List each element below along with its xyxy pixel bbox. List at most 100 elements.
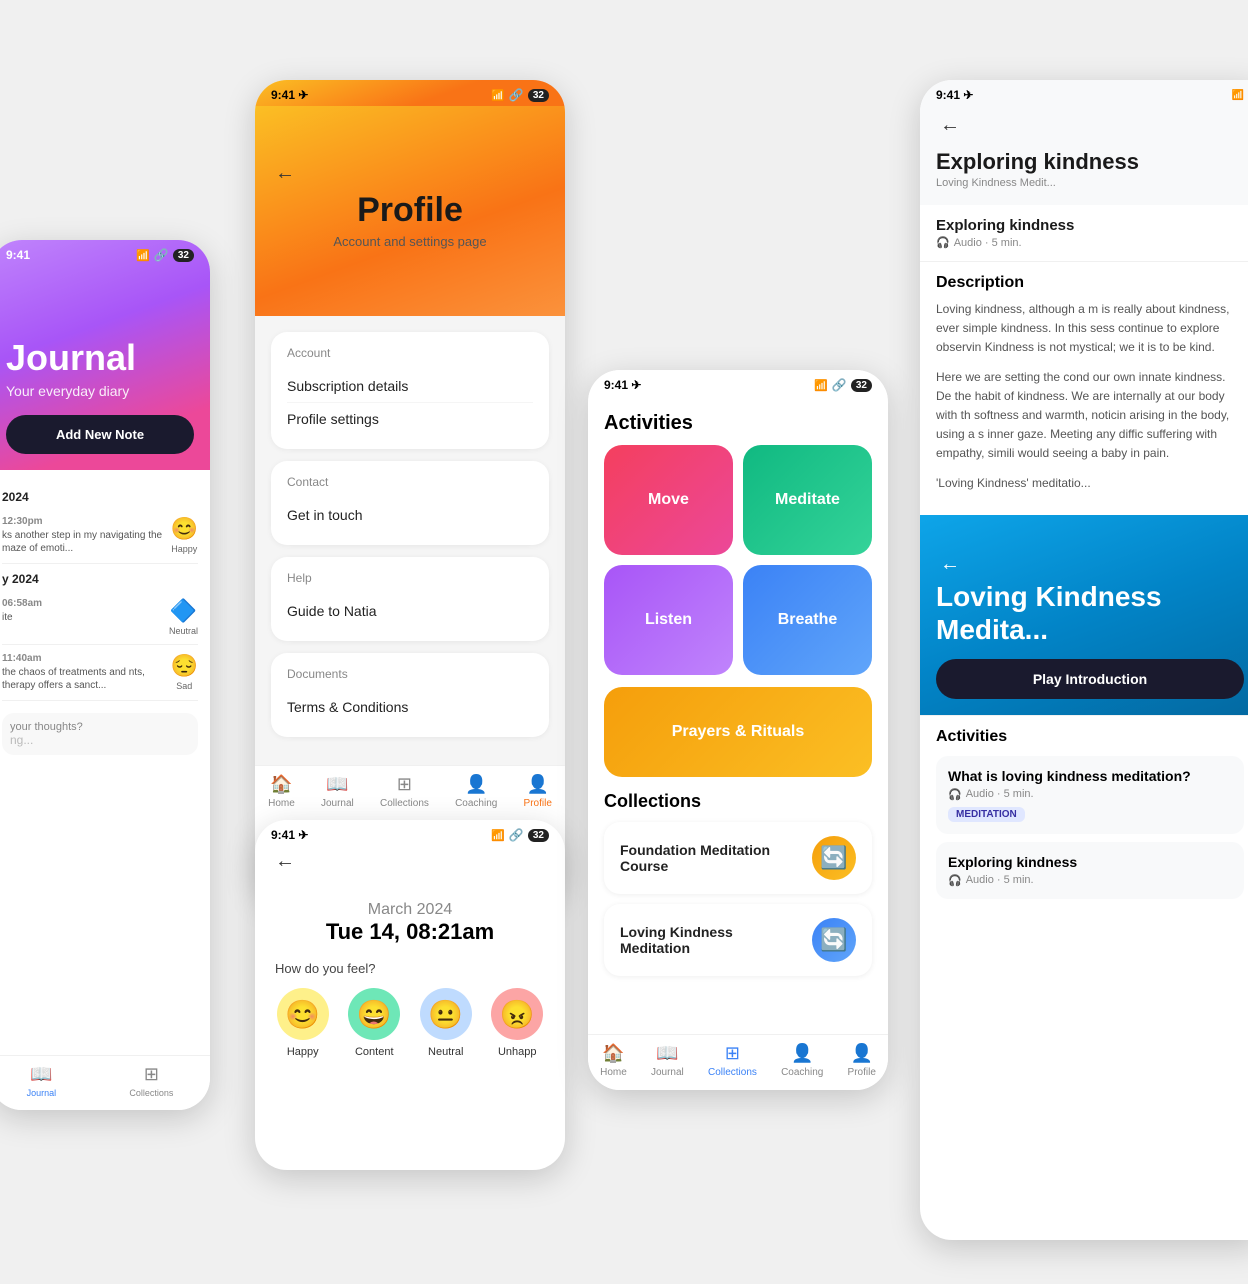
prayers-card[interactable]: Prayers & Rituals (604, 687, 872, 777)
mood-unhappy-option[interactable]: 😠 Unhapp (491, 988, 543, 1058)
mood-happy-option[interactable]: 😊 Happy (277, 988, 329, 1058)
entry-preview-1: ks another step in my navigating the maz… (2, 529, 163, 555)
journal-entries-list: 2024 12:30pm ks another step in my navig… (0, 470, 210, 767)
loving-kindness-title: Loving KindnessMedita... (936, 580, 1244, 647)
battery-badge: 32 (173, 249, 194, 262)
exploring-kindness-title: Exploring kindness (936, 149, 1244, 175)
unhappy-circle: 😠 (491, 988, 543, 1040)
status-time: 9:41 (6, 248, 30, 262)
journal-entry-2[interactable]: 06:58am ite 🔷 Neutral (2, 590, 198, 645)
exploring-card-title: Exploring kindness (936, 217, 1244, 234)
mood-question-label: How do you feel? (255, 961, 565, 976)
description-text-2: Here we are setting the cond our own inn… (936, 368, 1244, 464)
listen-card[interactable]: Listen (604, 565, 733, 675)
status-time-profile: 9:41 ✈ (271, 88, 308, 102)
meditate-label: Meditate (775, 491, 840, 509)
activities-nav-bar: 🏠 Home 📖 Journal ⊞ Collections 👤 Coachin… (588, 1034, 888, 1090)
documents-section: Documents Terms & Conditions (271, 653, 549, 737)
battery-badge-profile: 32 (528, 89, 549, 102)
documents-section-title: Documents (287, 667, 533, 681)
nav-journal-profile[interactable]: 📖 Journal (321, 774, 354, 809)
nav-collections-profile[interactable]: ⊞ Collections (380, 774, 429, 809)
banner-back-button[interactable]: ← (936, 549, 964, 579)
play-introduction-button[interactable]: Play Introduction (936, 659, 1244, 699)
status-time-detail: 9:41 ✈ (936, 88, 973, 102)
journal-header: Journal Your everyday diary Add New Note (0, 240, 210, 470)
mood-header: March 2024 Tue 14, 08:21am (255, 881, 565, 945)
breathe-card[interactable]: Breathe (743, 565, 872, 675)
nav-profile-activities[interactable]: 👤 Profile (848, 1043, 876, 1078)
happy-label: Happy (287, 1046, 319, 1058)
guide-item[interactable]: Guide to Natia (287, 595, 533, 627)
status-time-mood: 9:41 ✈ (271, 828, 308, 842)
entry-time-3: 11:40am (2, 653, 163, 664)
prompt-placeholder: ng... (10, 733, 190, 747)
description-text-3: 'Loving Kindness' meditatio... (936, 474, 1244, 493)
terms-item[interactable]: Terms & Conditions (287, 691, 533, 723)
headphone-icon: 🎧 (936, 236, 950, 249)
entry-time-1: 12:30pm (2, 516, 163, 527)
move-card[interactable]: Move (604, 445, 733, 555)
nav-collections-active[interactable]: ⊞ Collections (708, 1043, 757, 1078)
contact-section-title: Contact (287, 475, 533, 489)
nav-home-activities[interactable]: 🏠 Home (600, 1043, 627, 1078)
collection-loving-icon: 🔄 (812, 918, 856, 962)
account-section-title: Account (287, 346, 533, 360)
profile-header: Profile Account and settings page (255, 106, 565, 316)
exploring-card: Exploring kindness 🎧 Audio · 5 min. (920, 205, 1248, 262)
mood-neutral: 🔷 Neutral (169, 598, 198, 636)
profile-back-button[interactable] (271, 158, 299, 188)
nav-profile-active[interactable]: 👤 Profile (524, 774, 552, 809)
signal-icon-activities: 📶 (814, 379, 828, 392)
signal-icon-mood: 📶 (491, 829, 505, 842)
signal-icon-profile: 📶 (491, 89, 505, 102)
profile-title: Profile (357, 191, 463, 230)
mood-datetime: Tue 14, 08:21am (275, 919, 545, 945)
mood-content-option[interactable]: 😄 Content (348, 988, 400, 1058)
link-icon-profile: 🔗 (509, 88, 524, 102)
prayers-label: Prayers & Rituals (672, 723, 805, 741)
nav-home-profile[interactable]: 🏠 Home (268, 774, 295, 809)
collection-foundation[interactable]: Foundation Meditation Course 🔄 (604, 822, 872, 894)
journal-subtitle: Your everyday diary (6, 383, 194, 399)
listen-label: Listen (645, 611, 692, 629)
activity-what-meta: 🎧 Audio · 5 min. (948, 788, 1232, 801)
activity-exploring[interactable]: Exploring kindness 🎧 Audio · 5 min. (936, 842, 1244, 899)
nav-coaching-profile[interactable]: 👤 Coaching (455, 774, 497, 809)
neutral-label: Neutral (428, 1046, 463, 1058)
mood-back-button[interactable] (271, 846, 299, 876)
thought-prompt: your thoughts? ng... (2, 713, 198, 755)
journal-nav: 📖 Journal ⊞ Collections (0, 1055, 210, 1110)
journal-screen: 9:41 📶 🔗 32 Journal Your everyday diary … (0, 240, 210, 1110)
activities-section-title: Activities (588, 396, 888, 445)
breathe-label: Breathe (778, 611, 838, 629)
activity-exploring-title: Exploring kindness (948, 854, 1232, 870)
battery-badge-activities: 32 (851, 379, 872, 392)
entry-preview-3: the chaos of treatments and nts, therapy… (2, 666, 163, 692)
journal-entry-1[interactable]: 12:30pm ks another step in my navigating… (2, 508, 198, 564)
activity-what-is-lk[interactable]: What is loving kindness meditation? 🎧 Au… (936, 756, 1244, 834)
nav-journal-activities[interactable]: 📖 Journal (651, 1043, 684, 1078)
content-label: Content (355, 1046, 394, 1058)
entry-date-2: y 2024 (2, 572, 198, 586)
meditate-card[interactable]: Meditate (743, 445, 872, 555)
happy-circle: 😊 (277, 988, 329, 1040)
subscription-details-item[interactable]: Subscription details (287, 370, 533, 403)
journal-entry-3[interactable]: 11:40am the chaos of treatments and nts,… (2, 645, 198, 701)
detail-back-button[interactable] (936, 110, 964, 140)
get-in-touch-item[interactable]: Get in touch (287, 499, 533, 531)
nav-collections[interactable]: ⊞ Collections (129, 1064, 173, 1098)
entry-date-1: 2024 (2, 490, 198, 504)
move-label: Move (648, 491, 689, 509)
nav-journal[interactable]: 📖 Journal (27, 1064, 57, 1098)
entry-preview-2: ite (2, 611, 161, 624)
link-icon-mood: 🔗 (509, 828, 524, 842)
collection-loving-kindness[interactable]: Loving Kindness Meditation 🔄 (604, 904, 872, 976)
add-note-button[interactable]: Add New Note (6, 415, 194, 454)
profile-settings-item[interactable]: Profile settings (287, 403, 533, 435)
mood-neutral-option[interactable]: 😐 Neutral (420, 988, 472, 1058)
exploring-card-meta: 🎧 Audio · 5 min. (936, 236, 1244, 249)
description-section: Description Loving kindness, although a … (920, 262, 1248, 515)
nav-coaching-activities[interactable]: 👤 Coaching (781, 1043, 823, 1078)
neutral-circle: 😐 (420, 988, 472, 1040)
